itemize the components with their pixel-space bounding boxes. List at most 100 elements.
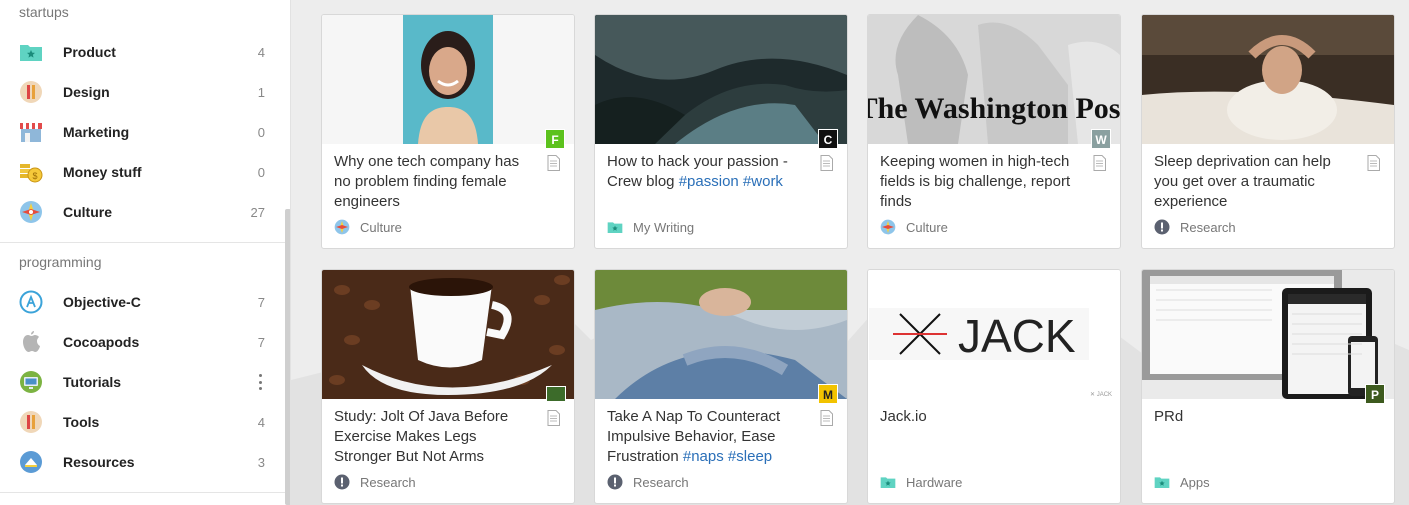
culture-icon [334,219,350,235]
card-collection[interactable]: My Writing [607,219,694,235]
card-thumbnail [322,15,574,144]
info-icon [607,474,623,490]
sidebar-item-marketing[interactable]: Marketing 0 [0,112,285,152]
hashtag[interactable]: #passion [679,173,739,190]
card-thumbnail [1142,270,1394,399]
sidebar-item-label: Tools [63,414,100,430]
section-startups: startups Product 4 Design 1 Marketing 0 … [0,0,285,232]
hashtag[interactable]: #naps [683,448,724,465]
sidebar-item-cocoapods[interactable]: Cocoapods 7 [0,322,285,362]
sidebar-item-label: Marketing [63,124,130,140]
card-title[interactable]: Keeping women in high-tech fields is big… [880,152,1082,212]
card-thumbnail: JACK ✕ JACK [868,270,1120,399]
tools-icon [19,410,43,434]
card-collection[interactable]: Culture [334,219,402,235]
svg-text:$: $ [32,171,37,181]
sidebar-item-count: 0 [257,124,265,140]
collection-name: Hardware [906,474,963,490]
card-collection[interactable]: Apps [1154,474,1210,490]
sidebar-item-design[interactable]: Design 1 [0,72,285,112]
folder-star-icon [1154,474,1170,490]
info-icon [334,474,350,490]
card-thumbnail [322,270,574,399]
sidebar-item-money-stuff[interactable]: $ Money stuff 0 [0,152,285,192]
sidebar-item-label: Culture [63,204,112,220]
folder-star-icon [880,474,896,490]
source-badge: F [545,129,565,149]
culture-icon [19,200,43,224]
sidebar-item-label: Objective-C [63,294,141,310]
culture-icon [880,219,896,235]
card-title[interactable]: Jack.io [880,407,1082,427]
coins-icon: $ [19,160,43,184]
sidebar-item-count: 7 [257,294,265,310]
card-collection[interactable]: Culture [880,219,948,235]
bookmark-card[interactable]: Sleep deprivation can help you get over … [1141,14,1395,249]
card-title[interactable]: Sleep deprivation can help you get over … [1154,152,1356,212]
sidebar-item-label: Product [63,44,116,60]
sidebar-item-culture[interactable]: Culture 27 [0,192,285,232]
source-badge: W [1091,129,1111,149]
card-title-text: Study: Jolt Of Java Before Exercise Make… [334,408,509,465]
sidebar-item-tutorials[interactable]: Tutorials [0,362,285,402]
collection-name: Culture [360,219,402,235]
coffee-cup-image [322,270,574,399]
collection-name: Apps [1180,474,1210,490]
monitor-icon [19,370,43,394]
section-header: programming [19,254,102,270]
sidebar-item-count: 0 [257,164,265,180]
sidebar-item-resources[interactable]: Resources 3 [0,442,285,482]
card-collection[interactable]: Research [334,474,416,490]
card-thumbnail: The Washington Post [868,15,1120,144]
more-options-icon[interactable] [259,374,263,390]
sidebar-item-count: 1 [257,84,265,100]
source-badge: M [818,384,838,404]
card-title[interactable]: Study: Jolt Of Java Before Exercise Make… [334,407,536,467]
bookmark-card[interactable]: Study: Jolt Of Java Before Exercise Make… [321,269,575,504]
sidebar-item-count: 4 [257,414,265,430]
card-title[interactable]: PRd [1154,407,1356,427]
document-icon [1093,155,1106,171]
card-title[interactable]: Take A Nap To Counteract Impulsive Behav… [607,407,809,467]
storefront-icon [19,120,43,144]
sidebar-item-objective-c[interactable]: Objective-C 7 [0,282,285,322]
sidebar-item-label: Money stuff [63,164,142,180]
bookmark-card[interactable]: JACK ✕ JACK Jack.io Hardware [867,269,1121,504]
sidebar-item-label: Tutorials [63,374,122,390]
sidebar-item-tools[interactable]: Tools 4 [0,402,285,442]
card-title[interactable]: How to hack your passion - Crew blog #pa… [607,152,809,192]
card-title-text: Sleep deprivation can help you get over … [1154,153,1331,210]
jack-small-logo: ✕ JACK [1090,392,1112,398]
bookmark-card[interactable]: P PRd Apps [1141,269,1395,504]
card-collection[interactable]: Research [1154,219,1236,235]
apple-icon [19,330,43,354]
document-icon [820,155,833,171]
statue-image: The Washington Post [868,15,1120,144]
resources-icon [19,450,43,474]
hashtag[interactable]: #work [743,173,783,190]
document-icon [547,155,560,171]
section-divider [0,242,285,243]
sidebar-item-count: 7 [257,334,265,350]
sidebar-item-label: Cocoapods [63,334,140,350]
source-badge: P [1365,384,1385,404]
collection-name: My Writing [633,219,695,235]
sidebar-item-product[interactable]: Product 4 [0,32,285,72]
bookmark-card[interactable]: M Take A Nap To Counteract Impulsive Beh… [594,269,848,504]
bookmark-card[interactable]: F Why one tech company has no problem fi… [321,14,575,249]
card-title[interactable]: Why one tech company has no problem find… [334,152,536,212]
landscape-image [595,15,847,144]
folder-star-icon [607,219,623,235]
app-store-icon [19,290,43,314]
sidebar-item-count: 27 [250,204,265,220]
bookmark-card[interactable]: C How to hack your passion - Crew blog #… [594,14,848,249]
card-thumbnail [595,270,847,399]
section-divider [0,492,285,493]
card-collection[interactable]: Research [607,474,689,490]
collection-name: Research [1180,219,1236,235]
card-collection[interactable]: Hardware [880,474,962,490]
hashtag[interactable]: #sleep [728,448,772,465]
bookmark-card[interactable]: The Washington Post W Keeping women in h… [867,14,1121,249]
card-title-text: Why one tech company has no problem find… [334,153,520,210]
napping-image [595,270,847,399]
